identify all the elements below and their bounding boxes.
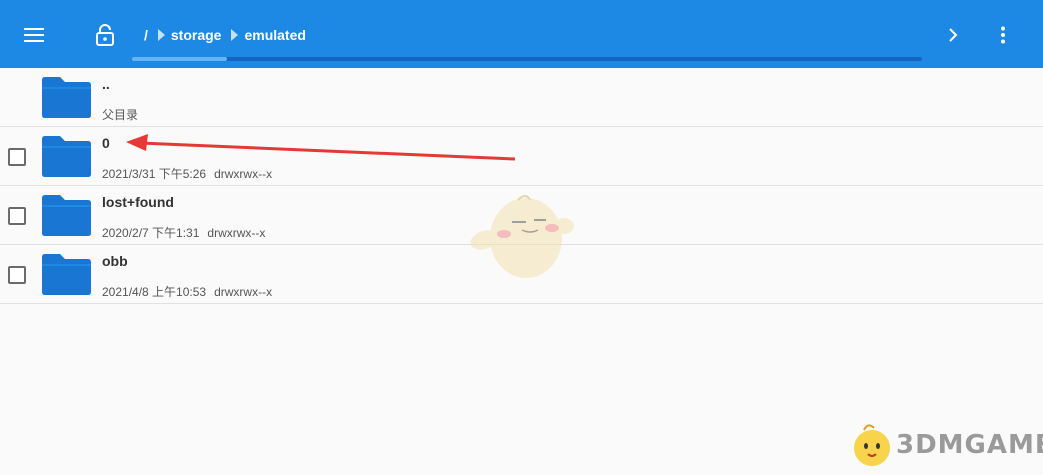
select-checkbox[interactable] [8, 207, 26, 225]
file-permissions: drwxrwx--x [207, 226, 266, 240]
file-meta: 2021/3/31 下午5:26 drwxrwx--x [102, 165, 272, 182]
watermark: 3DMGAME [848, 422, 1043, 468]
folder-icon [40, 76, 93, 119]
breadcrumb: / storage emulated [138, 24, 306, 46]
app-bar: / storage emulated [0, 0, 1043, 68]
breadcrumb-item-emulated[interactable]: emulated [244, 27, 305, 43]
list-item-0[interactable]: 0 2021/3/31 下午5:26 drwxrwx--x [0, 127, 1043, 186]
breadcrumb-separator-icon [231, 29, 239, 41]
file-permissions: drwxrwx--x [214, 167, 273, 181]
file-date: 父目录 [102, 108, 139, 122]
breadcrumb-separator-icon [157, 29, 165, 41]
file-meta: 2021/4/8 上午10:53 drwxrwx--x [102, 283, 272, 300]
watermark-text: 3DMGAME [896, 430, 1043, 460]
folder-icon [40, 194, 93, 237]
breadcrumb-item-storage[interactable]: storage [171, 27, 222, 43]
select-checkbox[interactable] [8, 148, 26, 166]
folder-icon [40, 253, 93, 296]
list-item-parent[interactable]: .. 父目录 [0, 68, 1043, 127]
watermark-mascot-icon [854, 424, 890, 466]
file-name: obb [102, 253, 128, 269]
file-name: lost+found [102, 194, 174, 210]
file-name: .. [102, 76, 110, 92]
breadcrumb-root[interactable]: / [144, 27, 148, 43]
hamburger-menu-icon[interactable] [14, 18, 54, 52]
file-date: 2020/2/7 下午1:31 [102, 226, 200, 240]
file-date: 2021/4/8 上午10:53 [102, 285, 207, 299]
file-meta: 父目录 [102, 106, 138, 123]
folder-icon [40, 135, 93, 178]
file-permissions: drwxrwx--x [214, 285, 273, 299]
file-date: 2021/3/31 下午5:26 [102, 167, 207, 181]
path-progress-fill [132, 57, 227, 61]
chevron-right-icon[interactable] [938, 18, 968, 52]
path-progress-bar [132, 57, 922, 61]
unlock-icon[interactable] [88, 18, 122, 52]
file-name: 0 [102, 135, 110, 151]
file-meta: 2020/2/7 下午1:31 drwxrwx--x [102, 224, 265, 241]
mascot-watermark-icon [470, 195, 574, 278]
more-vertical-icon[interactable] [988, 18, 1018, 52]
select-checkbox[interactable] [8, 266, 26, 284]
